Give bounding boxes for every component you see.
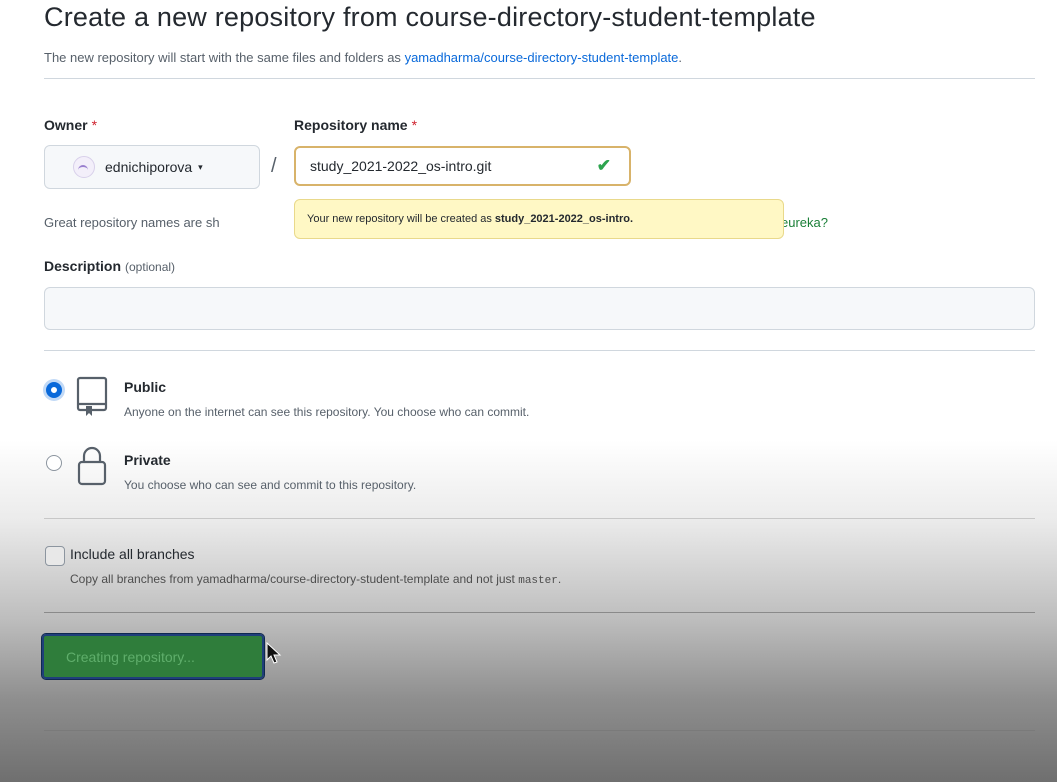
repo-name-tooltip: Your new repository will be created as s… xyxy=(294,199,784,239)
private-desc: You choose who can see and commit to thi… xyxy=(124,478,417,492)
divider xyxy=(44,78,1035,79)
description-label-text: Description xyxy=(44,258,122,274)
public-title: Public xyxy=(124,379,167,395)
divider xyxy=(44,730,1035,731)
page-title: Create a new repository from course-dire… xyxy=(44,2,816,32)
include-branches-checkbox[interactable] xyxy=(45,546,65,566)
include-branches-desc-text: Copy all branches from yamadharma/course… xyxy=(70,572,515,586)
divider xyxy=(44,350,1035,351)
private-radio[interactable] xyxy=(46,455,62,471)
private-title: Private xyxy=(124,452,171,468)
owner-label-text: Owner xyxy=(44,117,88,133)
repo-name-label: Repository name * xyxy=(294,117,417,133)
description-input[interactable] xyxy=(44,287,1035,330)
branch-code: master xyxy=(518,575,558,587)
repo-name-required-mark: * xyxy=(411,117,418,133)
repo-icon xyxy=(76,376,110,423)
create-repository-button[interactable]: Creating repository... xyxy=(41,633,265,680)
check-icon: ✔ xyxy=(596,156,611,175)
repo-name-hint: Great repository names are sh xyxy=(44,215,220,230)
public-desc: Anyone on the internet can see this repo… xyxy=(124,405,530,419)
owner-repo-separator: / xyxy=(271,155,277,177)
page-subtitle: The new repository will start with the s… xyxy=(44,50,682,65)
tooltip-repo-name: study_2021-2022_os-intro. xyxy=(494,213,634,225)
include-branches-desc-suffix: . xyxy=(557,572,562,586)
description-label: Description (optional) xyxy=(44,258,175,274)
include-branches-desc: Copy all branches from yamadharma/course… xyxy=(70,572,561,587)
template-link[interactable]: yamadharma/course-directory-student-temp… xyxy=(405,50,679,65)
cursor-icon xyxy=(266,641,282,671)
include-branches-title: Include all branches xyxy=(70,546,195,562)
owner-label: Owner * xyxy=(44,117,97,133)
optional-tag: (optional) xyxy=(125,260,176,274)
divider xyxy=(44,612,1035,613)
tooltip-prefix: Your new repository will be created as xyxy=(307,213,492,225)
repo-name-hint-tail: eureka? xyxy=(781,215,828,230)
avatar xyxy=(73,156,95,178)
lock-icon xyxy=(76,444,108,493)
repo-name-label-text: Repository name xyxy=(294,117,408,133)
repository-name-value: study_2021-2022_os-intro.git xyxy=(310,158,492,174)
subtitle-suffix: . xyxy=(678,50,683,65)
subtitle-prefix: The new repository will start with the s… xyxy=(44,50,401,65)
owner-select[interactable]: ednichiporova ▾ xyxy=(44,145,260,189)
public-radio[interactable] xyxy=(46,382,62,398)
repository-name-input[interactable]: study_2021-2022_os-intro.git ✔ xyxy=(294,146,631,186)
chevron-down-icon: ▾ xyxy=(198,161,203,172)
divider xyxy=(44,518,1035,519)
owner-value: ednichiporova xyxy=(105,159,193,175)
owner-required-mark: * xyxy=(91,117,98,133)
